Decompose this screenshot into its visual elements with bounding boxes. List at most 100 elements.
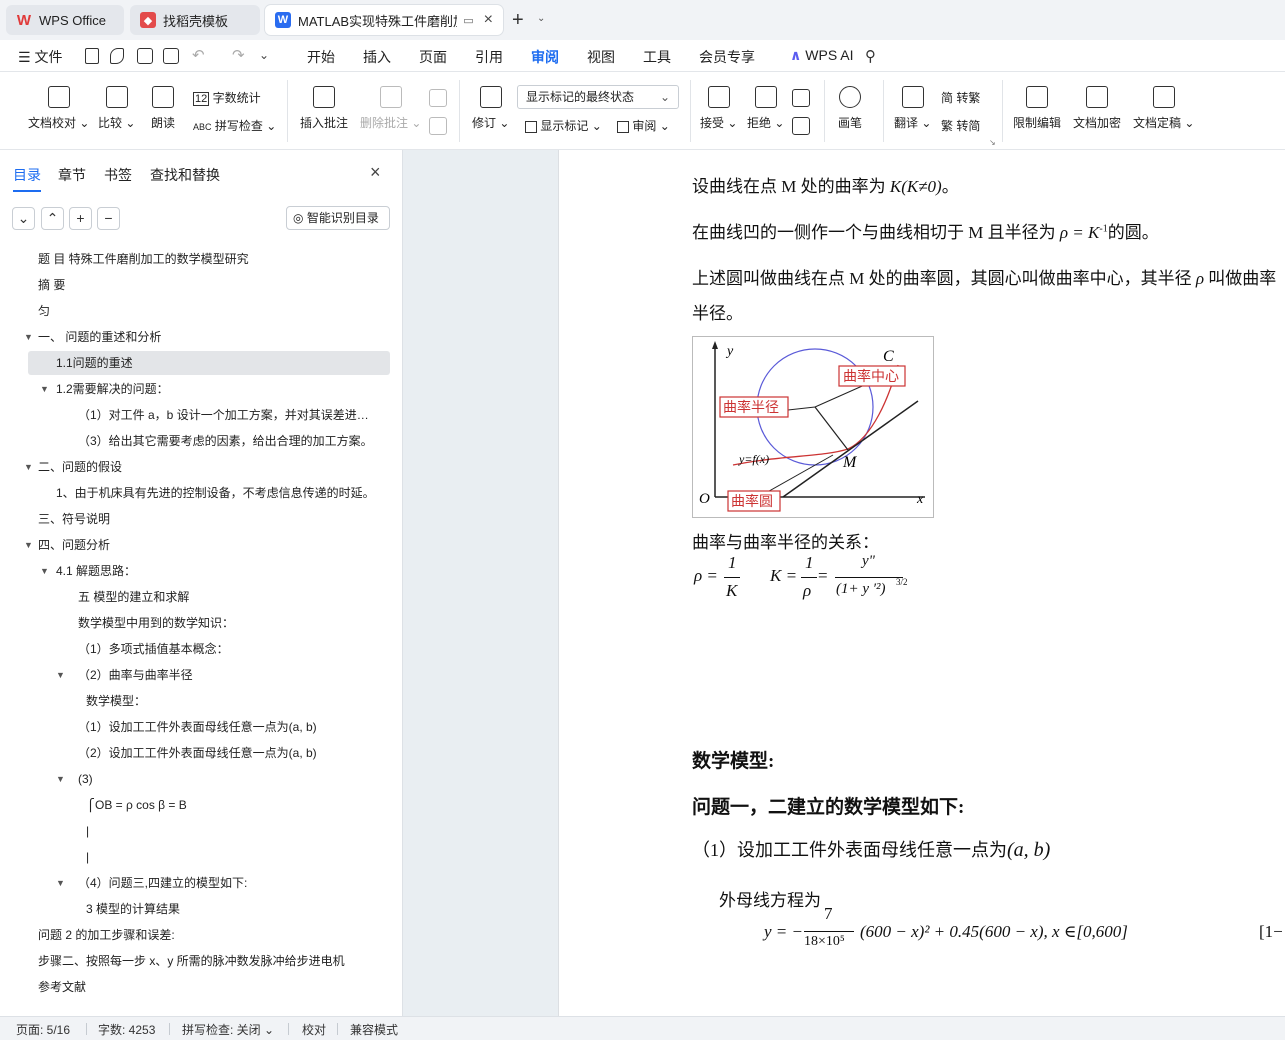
toc-item[interactable]: 1、由于机床具有先进的控制设备，不考虑信息传递的时延。 bbox=[0, 480, 403, 506]
toc-item[interactable]: （2）设加工工件外表面母线任意一点为(a, b) bbox=[0, 740, 403, 766]
chevron-down-icon[interactable]: ⌄ bbox=[537, 13, 545, 24]
new-tab-button[interactable]: + bbox=[512, 9, 524, 32]
menu-references[interactable]: 引用 bbox=[475, 47, 503, 67]
toc-item[interactable]: （3）给出其它需要考虑的因素，给出合理的加工方案。 bbox=[0, 428, 403, 454]
doc-proof-button[interactable]: 文档校对 ⌄ bbox=[28, 86, 89, 131]
track-changes-button[interactable]: 修订 ⌄ bbox=[472, 86, 509, 131]
monitor-icon[interactable]: ▭ bbox=[463, 14, 473, 27]
expand-arrow-icon[interactable]: ▼ bbox=[56, 870, 65, 896]
delete-comment-button[interactable]: 删除批注 ⌄ bbox=[360, 86, 421, 131]
next-change-icon[interactable] bbox=[792, 117, 810, 135]
tab-document[interactable]: W MATLAB实现特殊工件磨削加工 ▭ × bbox=[265, 5, 503, 35]
toc-item[interactable]: 问题 2 的加工步骤和误差: bbox=[0, 922, 403, 948]
toc-item[interactable]: ▼ (3) bbox=[0, 766, 403, 792]
prev-change-icon[interactable] bbox=[792, 89, 810, 107]
quick-access-dropdown[interactable]: ⌄ bbox=[259, 48, 269, 62]
insert-comment-button[interactable]: 插入批注 bbox=[300, 86, 348, 131]
wps-ai-button[interactable]: ∧ WPS AI bbox=[790, 47, 854, 64]
tab-wps-office[interactable]: W WPS Office bbox=[6, 5, 124, 35]
tab-toc[interactable]: 目录 bbox=[13, 165, 41, 192]
to-traditional-button[interactable]: 简 转繁 bbox=[941, 89, 980, 106]
redo-icon[interactable]: ↷ bbox=[232, 46, 245, 64]
expand-arrow-icon[interactable]: ▼ bbox=[24, 324, 33, 350]
expand-arrow-icon[interactable]: ▼ bbox=[24, 454, 33, 480]
menu-review[interactable]: 审阅 bbox=[531, 47, 559, 74]
restrict-edit-button[interactable]: 限制编辑 bbox=[1013, 86, 1061, 131]
toc-item[interactable]: 匀 bbox=[0, 298, 403, 324]
tab-chapters[interactable]: 章节 bbox=[58, 165, 86, 185]
toc-item[interactable]: 数学模型： bbox=[0, 688, 403, 714]
toc-item[interactable]: （1）对工件 a，b 设计一个加工方案，并对其误差进行分析。 bbox=[0, 402, 403, 428]
expand-arrow-icon[interactable]: ▼ bbox=[40, 376, 49, 402]
expand-arrow-icon[interactable]: ▼ bbox=[40, 558, 49, 584]
toc-item[interactable]: 3 模型的计算结果 bbox=[0, 896, 403, 922]
save-icon[interactable] bbox=[85, 48, 99, 64]
review-pane-button[interactable]: 审阅 ⌄ bbox=[617, 117, 670, 134]
menu-tools[interactable]: 工具 bbox=[643, 47, 671, 67]
compare-button[interactable]: 比较 ⌄ bbox=[98, 86, 135, 131]
toc-item[interactable]: 题 目 特殊工件磨削加工的数学模型研究 bbox=[0, 246, 403, 272]
menu-start[interactable]: 开始 bbox=[307, 47, 335, 67]
close-icon[interactable]: × bbox=[484, 11, 493, 29]
encrypt-button[interactable]: 文档加密 bbox=[1073, 86, 1121, 131]
word-count-button[interactable]: 12 字数统计 bbox=[193, 89, 261, 106]
markup-mode-select[interactable]: 显示标记的最终状态 ⌄ bbox=[517, 85, 679, 109]
expand-arrow-icon[interactable]: ▼ bbox=[56, 662, 65, 688]
menu-insert[interactable]: 插入 bbox=[363, 47, 391, 67]
toc-item[interactable]: （1）多项式插值基本概念： bbox=[0, 636, 403, 662]
read-aloud-button[interactable]: 朗读 bbox=[151, 86, 175, 131]
tab-bookmarks[interactable]: 书签 bbox=[104, 165, 132, 185]
to-simplified-button[interactable]: 繁 转简 bbox=[941, 117, 980, 134]
smart-toc-button[interactable]: ◎ 智能识别目录 bbox=[286, 206, 390, 230]
reject-button[interactable]: 拒绝 ⌄ bbox=[747, 86, 784, 131]
toc-item[interactable]: | bbox=[0, 844, 403, 870]
toc-item[interactable]: 三、符号说明 bbox=[0, 506, 403, 532]
menu-page[interactable]: 页面 bbox=[419, 47, 447, 67]
toc-item[interactable]: ▼ 1.2需要解决的问题： bbox=[0, 376, 403, 402]
undo-icon[interactable]: ↶ bbox=[192, 46, 205, 64]
toc-item[interactable]: ▼ （4）问题三,四建立的模型如下: bbox=[0, 870, 403, 896]
page-indicator[interactable]: 页面: 5/16 bbox=[16, 1021, 70, 1038]
finalize-button[interactable]: 文档定稿 ⌄ bbox=[1133, 86, 1194, 131]
share-icon[interactable] bbox=[110, 48, 124, 64]
proof-status[interactable]: 校对 bbox=[302, 1021, 326, 1038]
expand-group-icon[interactable]: ↘ bbox=[989, 138, 996, 147]
spell-check-status[interactable]: 拼写检查: 关闭 ⌄ bbox=[182, 1021, 274, 1038]
toc-item[interactable]: 1.1问题的重述 bbox=[0, 350, 403, 376]
print-preview-icon[interactable] bbox=[163, 48, 179, 64]
close-pane-icon[interactable]: × bbox=[370, 162, 381, 183]
toc-item[interactable]: ▼ （2）曲率与曲率半径 bbox=[0, 662, 403, 688]
word-count[interactable]: 字数: 4253 bbox=[98, 1021, 155, 1038]
search-icon[interactable]: ⚲ bbox=[865, 47, 876, 65]
menu-member[interactable]: 会员专享 bbox=[699, 47, 755, 67]
expand-arrow-icon[interactable]: ▼ bbox=[24, 532, 33, 558]
toc-item[interactable]: ⎧OB = ρ cos β = B bbox=[0, 792, 403, 818]
remove-heading-button[interactable]: − bbox=[97, 207, 120, 230]
toc-item[interactable]: 摘 要 bbox=[0, 272, 403, 298]
toc-item[interactable]: | bbox=[0, 818, 403, 844]
next-comment-icon[interactable] bbox=[429, 117, 447, 135]
toc-item[interactable]: 步骤二、按照每一步 x、y 所需的脉冲数发脉冲给步进电机 bbox=[0, 948, 403, 974]
toc-item[interactable]: ▼ 四、问题分析 bbox=[0, 532, 403, 558]
tab-docer[interactable]: ◆ 找稻壳模板 bbox=[130, 5, 260, 35]
pen-button[interactable]: 画笔 bbox=[838, 86, 862, 131]
prev-comment-icon[interactable] bbox=[429, 89, 447, 107]
accept-button[interactable]: 接受 ⌄ bbox=[700, 86, 737, 131]
expand-up-button[interactable]: ⌃ bbox=[41, 207, 64, 230]
toc-item[interactable]: 参考文献 bbox=[0, 974, 403, 1000]
menu-view[interactable]: 视图 bbox=[587, 47, 615, 67]
toc-item[interactable]: ▼ 二、问题的假设 bbox=[0, 454, 403, 480]
translate-button[interactable]: 翻译 ⌄ bbox=[894, 86, 931, 131]
show-markup-button[interactable]: 显示标记 ⌄ bbox=[525, 117, 602, 134]
collapse-all-button[interactable]: ⌄ bbox=[12, 207, 35, 230]
tab-find-replace[interactable]: 查找和替换 bbox=[150, 165, 220, 185]
toc-item[interactable]: 五 模型的建立和求解 bbox=[0, 584, 403, 610]
print-icon[interactable] bbox=[137, 48, 153, 64]
file-menu[interactable]: ☰ 文件 bbox=[18, 47, 62, 67]
toc-item[interactable]: ▼ 一、 问题的重述和分析 bbox=[0, 324, 403, 350]
add-heading-button[interactable]: + bbox=[69, 207, 92, 230]
expand-arrow-icon[interactable]: ▼ bbox=[56, 766, 65, 792]
toc-item[interactable]: （1）设加工工件外表面母线任意一点为(a, b) bbox=[0, 714, 403, 740]
spell-check-button[interactable]: ABC 拼写检查 ⌄ bbox=[193, 117, 276, 134]
toc-item[interactable]: ▼ 4.1 解题思路： bbox=[0, 558, 403, 584]
